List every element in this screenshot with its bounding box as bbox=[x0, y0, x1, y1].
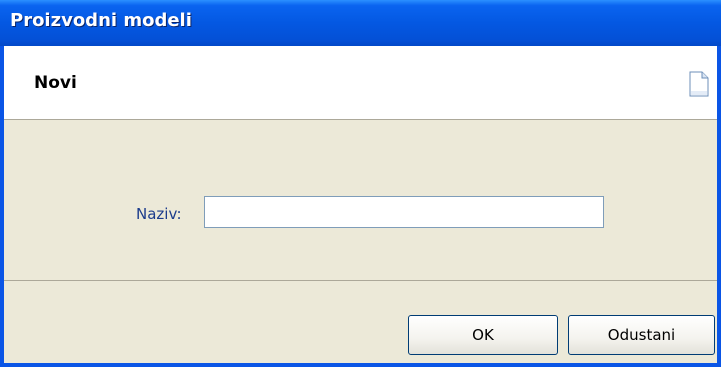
name-label: Naziv: bbox=[136, 205, 182, 223]
title-bar[interactable]: Proizvodni modeli bbox=[0, 0, 721, 46]
header-title: Novi bbox=[34, 73, 77, 93]
ok-button[interactable]: OK bbox=[408, 315, 558, 355]
dialog-window: Proizvodni modeli Novi Naziv: OK Odustan… bbox=[0, 0, 721, 367]
form-area: Naziv: bbox=[4, 120, 717, 280]
button-bar: OK Odustani bbox=[4, 280, 717, 363]
dialog-header: Novi bbox=[4, 46, 717, 120]
new-document-icon bbox=[689, 71, 709, 97]
window-title: Proizvodni modeli bbox=[10, 10, 192, 31]
name-input[interactable] bbox=[204, 196, 604, 228]
cancel-button[interactable]: Odustani bbox=[568, 315, 715, 355]
